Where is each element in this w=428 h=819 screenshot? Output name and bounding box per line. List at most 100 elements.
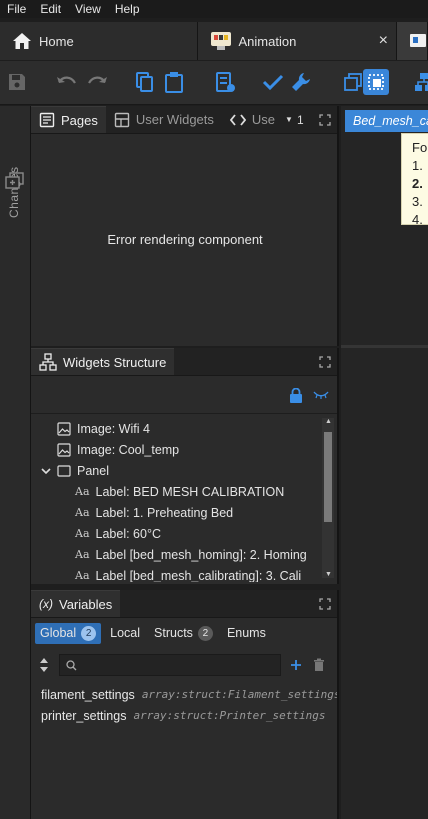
pages-panel-tabs: Pages User Widgets Use ▼ 1 <box>31 106 337 134</box>
menu-view[interactable]: View <box>68 2 108 16</box>
screen-tab[interactable]: Bed_mesh_calibration <box>345 110 428 132</box>
filter-global[interactable]: Global 2 <box>35 622 102 644</box>
maximize-icon[interactable] <box>319 356 331 368</box>
variables-list: filament_settings array:struct:Filament_… <box>31 680 337 726</box>
variable-type: array:struct:Filament_settings <box>141 688 337 701</box>
tree-structure-icon <box>39 353 57 371</box>
build-button[interactable] <box>288 69 314 95</box>
maximize-icon[interactable] <box>319 598 331 610</box>
pages-icon <box>39 112 55 128</box>
variable-row[interactable]: printer_settings array:struct:Printer_se… <box>31 705 337 726</box>
tree-item-label: Label: 1. Preheating Bed <box>95 505 234 520</box>
paste-icon <box>165 72 183 93</box>
tab-animation-label: Animation <box>238 33 297 49</box>
changes-stack-icon[interactable] <box>5 172 25 190</box>
tree-item[interactable]: Image: Cool_temp <box>31 439 337 460</box>
filter-global-label: Global <box>40 626 77 640</box>
filter-enums[interactable]: Enums <box>222 623 271 644</box>
image-icon <box>57 421 71 436</box>
tab-widgets-structure[interactable]: Widgets Structure <box>31 348 175 375</box>
filter-structs-label: Structs <box>154 626 193 640</box>
variables-panel: (x) Variables Global 2 Local Structs 2 E… <box>31 590 339 819</box>
widget-list-button[interactable] <box>212 69 238 95</box>
tree-item-label: Image: Wifi 4 <box>77 421 150 436</box>
wrench-icon <box>292 73 310 91</box>
tab-overflow[interactable] <box>397 22 428 60</box>
tree-item[interactable]: Aa Label: 1. Preheating Bed <box>31 502 337 523</box>
menu-edit[interactable]: Edit <box>33 2 68 16</box>
lock-icon[interactable] <box>289 388 303 403</box>
tab-pages-label: Pages <box>61 112 98 128</box>
menu-help[interactable]: Help <box>108 2 147 16</box>
tab-user-actions-label: Use <box>251 112 276 127</box>
copy-button[interactable] <box>132 69 158 95</box>
tab-home[interactable]: Home <box>0 22 198 60</box>
variable-type: array:struct:Printer_settings <box>133 709 326 722</box>
toggle-active-button[interactable] <box>363 69 389 95</box>
filter-global-count: 2 <box>81 625 97 641</box>
image-icon <box>57 442 71 457</box>
tree-scrollbar[interactable]: ▲ ▼ <box>322 418 334 578</box>
maximize-icon[interactable] <box>319 114 331 126</box>
hierarchy-icon <box>415 73 428 91</box>
variables-filter-bar: Global 2 Local Structs 2 Enums <box>31 618 337 648</box>
redo-icon <box>88 76 107 84</box>
widgets-structure-title: Widgets Structure <box>63 354 167 370</box>
tab-animation-close-icon[interactable]: × <box>379 32 388 50</box>
sort-icon[interactable] <box>39 657 49 673</box>
widgets-structure-tabs: Widgets Structure <box>31 348 337 376</box>
label-icon: Aa <box>75 569 90 582</box>
tree-item-label: Panel <box>77 463 109 478</box>
redo-button[interactable] <box>84 69 110 95</box>
changes-side-strip: Changes <box>0 106 31 819</box>
tree-item[interactable]: Image: Wifi 4 <box>31 418 337 439</box>
scroll-up-icon[interactable]: ▲ <box>325 418 332 425</box>
tab-animation[interactable]: Animation × <box>197 22 397 60</box>
variable-row[interactable]: filament_settings array:struct:Filament_… <box>31 684 337 705</box>
tab-overflow-menu[interactable]: ▼ 1 <box>285 106 304 133</box>
paste-button[interactable] <box>161 69 187 95</box>
chevron-down-icon[interactable] <box>41 467 51 475</box>
filter-structs[interactable]: Structs 2 <box>149 623 218 644</box>
tab-variables[interactable]: (x) Variables <box>31 590 121 617</box>
filter-enums-label: Enums <box>226 626 266 640</box>
label-icon: Aa <box>75 527 90 540</box>
menu-bar: File Edit View Help <box>0 0 428 18</box>
delete-icon[interactable] <box>313 658 325 672</box>
filter-local-label: Local <box>110 626 141 640</box>
scroll-down-icon[interactable]: ▼ <box>325 571 332 578</box>
tree-item[interactable]: Aa Label [bed_mesh_homing]: 2. Homing <box>31 544 337 565</box>
undo-button[interactable] <box>54 69 80 95</box>
tab-pages[interactable]: Pages <box>31 106 106 133</box>
tree-item[interactable]: Aa Label: BED MESH CALIBRATION <box>31 481 337 502</box>
tab-home-label: Home <box>39 33 74 49</box>
widget-list-icon <box>216 72 235 92</box>
filter-structs-count: 2 <box>197 625 213 641</box>
menu-file[interactable]: File <box>0 2 33 16</box>
copy-icon <box>136 72 153 92</box>
label-icon: Aa <box>75 485 90 498</box>
pages-panel: Pages User Widgets Use ▼ 1 Error renderi… <box>31 106 339 346</box>
tab-user-actions[interactable]: Use <box>222 106 277 133</box>
tree-item-label: Label [bed_mesh_calibrating]: 3. Cali <box>95 568 302 583</box>
variables-search-box[interactable] <box>59 654 281 676</box>
tree-item[interactable]: Aa Label [bed_mesh_calibrating]: 3. Cali <box>31 565 337 583</box>
variables-search-input[interactable] <box>82 657 277 673</box>
canvas-split-divider[interactable] <box>341 345 428 348</box>
tree-item-panel[interactable]: Panel <box>31 460 337 481</box>
label-icon: Aa <box>75 548 90 561</box>
search-icon <box>66 660 77 671</box>
tab-overflow-count: 1 <box>296 112 304 127</box>
variable-name: printer_settings <box>41 708 127 723</box>
label-icon: Aa <box>75 506 90 519</box>
tree-scrollbar-thumb[interactable] <box>324 432 332 522</box>
tree-item[interactable]: Aa Label: 60°C <box>31 523 337 544</box>
hierarchy-button[interactable] <box>410 69 428 95</box>
add-icon[interactable] <box>290 659 302 671</box>
hidden-eye-icon[interactable] <box>313 390 329 400</box>
save-button[interactable] <box>4 69 30 95</box>
tab-user-widgets[interactable]: User Widgets <box>106 106 222 133</box>
filter-local[interactable]: Local <box>105 623 145 644</box>
tab-user-widgets-label: User Widgets <box>135 112 214 127</box>
check-button[interactable] <box>260 69 286 95</box>
